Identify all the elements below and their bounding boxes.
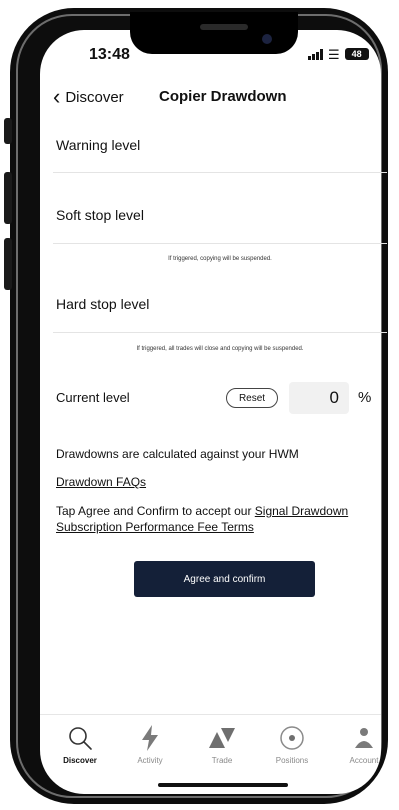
home-indicator xyxy=(158,783,288,787)
divider xyxy=(53,332,387,333)
positions-icon xyxy=(278,722,306,754)
tab-positions[interactable]: Positions xyxy=(262,722,322,765)
back-label: Discover xyxy=(65,88,124,106)
phone-volume-up xyxy=(4,172,12,224)
tab-label: Positions xyxy=(275,756,309,765)
percent-unit: % xyxy=(358,389,372,406)
signal-icon xyxy=(308,48,323,60)
phone-side-button xyxy=(4,118,12,144)
front-camera xyxy=(262,34,272,44)
soft-stop-level-field[interactable]: Soft stop level xyxy=(56,207,144,223)
notch-speaker xyxy=(200,24,248,30)
battery-icon: 48 xyxy=(344,48,369,60)
tab-label: Activity xyxy=(137,756,163,765)
page-title: Copier Drawdown xyxy=(159,88,287,105)
tab-label: Discover xyxy=(63,756,97,765)
tab-account[interactable]: Account xyxy=(334,722,394,765)
person-icon xyxy=(352,722,376,754)
current-level-label: Current level xyxy=(56,390,130,405)
tab-label: Trade xyxy=(211,756,233,765)
trade-arrows-icon xyxy=(207,722,237,754)
soft-stop-hint: If triggered, copying will be suspended. xyxy=(168,256,272,262)
back-button[interactable]: ‹ Discover xyxy=(53,86,124,108)
agree-and-confirm-button[interactable]: Agree and confirm xyxy=(134,561,315,597)
hard-stop-level-field[interactable]: Hard stop level xyxy=(56,296,149,312)
drawdown-faqs-link[interactable]: Drawdown FAQs xyxy=(56,475,146,489)
tab-discover[interactable]: Discover xyxy=(50,722,110,765)
tab-trade[interactable]: Trade xyxy=(192,722,252,765)
lightning-icon xyxy=(139,722,161,754)
search-icon xyxy=(67,722,93,754)
notch xyxy=(130,12,298,54)
tab-label: Account xyxy=(349,756,379,765)
divider xyxy=(53,243,387,244)
hard-stop-hint: If triggered, all trades will close and … xyxy=(136,346,304,352)
chevron-left-icon: ‹ xyxy=(53,84,61,109)
current-level-input[interactable] xyxy=(289,382,349,414)
tabbar-divider xyxy=(40,714,381,715)
hwm-info-text: Drawdowns are calculated against your HW… xyxy=(56,447,299,461)
warning-level-field[interactable]: Warning level xyxy=(56,137,140,153)
reset-button[interactable]: Reset xyxy=(226,388,278,408)
terms-text: Tap Agree and Confirm to accept our Sign… xyxy=(56,503,382,535)
wifi-icon: ☰ xyxy=(328,46,340,62)
phone-volume-down xyxy=(4,238,12,290)
tab-activity[interactable]: Activity xyxy=(120,722,180,765)
divider xyxy=(53,172,387,173)
terms-prefix: Tap Agree and Confirm to accept our xyxy=(56,504,255,518)
status-icons: ☰ 48 xyxy=(308,46,369,62)
status-time: 13:48 xyxy=(89,46,130,63)
